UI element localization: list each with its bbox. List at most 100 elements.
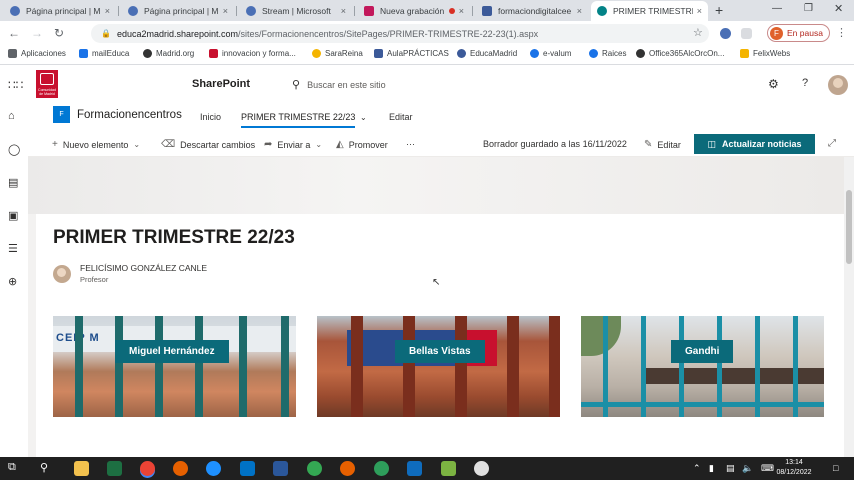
- bookmark-item[interactable]: e-valum: [530, 49, 571, 58]
- restore-icon[interactable]: ❐: [804, 3, 813, 14]
- word-icon[interactable]: [273, 461, 288, 476]
- site-logo[interactable]: F: [53, 106, 70, 123]
- close-icon[interactable]: ×: [459, 6, 464, 16]
- help-icon[interactable]: ?: [802, 77, 808, 89]
- user-avatar[interactable]: [828, 75, 848, 95]
- language-icon[interactable]: ⌨: [761, 463, 774, 474]
- bookmark-item[interactable]: Raices: [589, 49, 626, 58]
- new-tab-button[interactable]: +: [715, 2, 723, 18]
- search-icon[interactable]: ⚲: [40, 461, 48, 474]
- outlook-icon[interactable]: [240, 461, 255, 476]
- app-icon[interactable]: [407, 461, 422, 476]
- forward-icon[interactable]: →: [31, 26, 43, 40]
- tab-title: PRIMER TRIMESTRE: [613, 6, 693, 16]
- browser-tab[interactable]: Stream | Microsoft ×: [240, 1, 352, 21]
- tab-title: Página principal | M: [26, 6, 101, 16]
- chrome-icon[interactable]: [307, 461, 322, 476]
- gear-icon[interactable]: ⚙: [768, 77, 779, 91]
- bookmark-item[interactable]: Aplicaciones: [8, 49, 66, 58]
- back-icon[interactable]: ←: [8, 26, 20, 40]
- fence-bar: [115, 316, 123, 417]
- tab-title: Nueva grabación: [380, 6, 445, 16]
- extension-icon[interactable]: [720, 28, 731, 39]
- update-news-button[interactable]: ◫ Actualizar noticias: [694, 134, 815, 154]
- close-window-icon[interactable]: ✕: [834, 2, 843, 15]
- profile-button[interactable]: F En pausa: [767, 24, 830, 42]
- scrollbar-thumb[interactable]: [846, 190, 852, 264]
- edit-button[interactable]: ✎ Editar: [644, 139, 681, 150]
- author-name[interactable]: FELICÍSIMO GONZÁLEZ CANLE: [80, 263, 207, 273]
- promote-button[interactable]: ◭ Promover: [336, 139, 388, 150]
- site-search-box[interactable]: ⚲ Buscar en este sitio: [292, 78, 386, 91]
- close-icon[interactable]: ×: [105, 6, 110, 16]
- bookmark-item[interactable]: Office365AlcOrcOn...: [636, 49, 724, 58]
- send-to-button[interactable]: ➦ Enviar a ⌄: [264, 139, 327, 150]
- nav-home[interactable]: Inicio: [200, 112, 221, 122]
- new-item-button[interactable]: + Nuevo elemento ⌄: [52, 139, 145, 150]
- chevron-down-icon[interactable]: ⌄: [360, 113, 367, 122]
- chrome-icon[interactable]: [140, 461, 155, 476]
- chevron-up-icon[interactable]: ⌃: [693, 463, 701, 474]
- windows-start-icon[interactable]: ⧉: [8, 461, 16, 474]
- bookmark-item[interactable]: EducaMadrid: [457, 49, 517, 58]
- site-title[interactable]: Formacionencentros: [77, 109, 182, 121]
- expand-icon[interactable]: ⤢: [828, 138, 836, 149]
- sharepoint-brand[interactable]: SharePoint: [192, 78, 250, 90]
- list-icon[interactable]: ☰: [8, 242, 18, 255]
- organization-logo[interactable]: Comunidad de Madrid: [36, 70, 58, 98]
- bookmark-item[interactable]: mailEduca: [79, 49, 129, 58]
- battery-icon[interactable]: ▮: [709, 463, 714, 474]
- bookmark-star-icon[interactable]: ☆: [693, 26, 703, 39]
- news-icon[interactable]: ▤: [8, 176, 18, 189]
- home-icon[interactable]: ⌂: [8, 110, 15, 122]
- close-icon[interactable]: ×: [341, 6, 346, 16]
- bookmark-label: SaraReina: [325, 49, 363, 58]
- address-bar[interactable]: 🔒 educa2madrid.sharepoint.com /sites/For…: [91, 24, 709, 43]
- discard-changes-button[interactable]: ⌫ Descartar cambios: [161, 139, 255, 150]
- bookmark-favicon-icon: [312, 49, 321, 58]
- browser-menu-icon[interactable]: ⋮: [836, 26, 847, 39]
- school-card[interactable]: CEIP M Miguel Hernández: [53, 316, 296, 417]
- close-icon[interactable]: ×: [577, 6, 582, 16]
- nav-current-page[interactable]: PRIMER TRIMESTRE 22/23: [241, 112, 356, 128]
- bookmark-item[interactable]: FelixWebs: [740, 49, 790, 58]
- author-avatar[interactable]: [53, 264, 71, 283]
- vertical-scrollbar[interactable]: [844, 157, 854, 457]
- document-icon[interactable]: ▣: [8, 209, 18, 222]
- clock-date[interactable]: 08/12/2022: [774, 469, 814, 476]
- browser-tab[interactable]: Página principal | M ×: [122, 1, 234, 21]
- bookmark-item[interactable]: SaraReina: [312, 49, 363, 58]
- extension-icon[interactable]: [741, 28, 752, 39]
- browser-tab[interactable]: formaciondigitalcee ×: [476, 1, 588, 21]
- school-card[interactable]: Bellas Vistas: [317, 316, 560, 417]
- more-options-button[interactable]: ···: [406, 139, 415, 149]
- bookmark-item[interactable]: AulaPRÁCTICAS: [374, 49, 449, 58]
- tab-favicon-icon: [246, 6, 256, 16]
- nav-edit[interactable]: Editar: [389, 112, 413, 122]
- close-icon[interactable]: ×: [223, 6, 228, 16]
- close-icon[interactable]: ×: [697, 6, 702, 16]
- volume-icon[interactable]: 🔈: [742, 463, 753, 474]
- minimize-icon[interactable]: —: [772, 3, 782, 14]
- app-icon[interactable]: [474, 461, 489, 476]
- app-icon[interactable]: [374, 461, 389, 476]
- firefox-icon[interactable]: [173, 461, 188, 476]
- browser-tab[interactable]: Página principal | M ×: [4, 1, 116, 21]
- app-launcher-icon[interactable]: ∷∷: [8, 78, 23, 92]
- clock-time[interactable]: 13:14: [774, 459, 814, 466]
- globe-icon[interactable]: ◯: [8, 143, 20, 156]
- excel-icon[interactable]: [107, 461, 122, 476]
- create-icon[interactable]: ⊕: [8, 275, 17, 288]
- network-icon[interactable]: ▤: [726, 463, 735, 474]
- edge-icon[interactable]: [206, 461, 221, 476]
- browser-tab-active[interactable]: PRIMER TRIMESTRE ×: [591, 1, 708, 21]
- school-card[interactable]: Gandhi: [581, 316, 824, 417]
- reload-icon[interactable]: ↻: [54, 26, 64, 40]
- bookmark-item[interactable]: Madrid.org: [143, 49, 194, 58]
- browser-tab[interactable]: Nueva grabación ×: [358, 1, 470, 21]
- notification-icon[interactable]: □: [833, 463, 838, 473]
- app-icon[interactable]: [441, 461, 456, 476]
- file-explorer-icon[interactable]: [74, 461, 89, 476]
- bookmark-item[interactable]: innovacion y forma...: [209, 49, 296, 58]
- firefox-icon[interactable]: [340, 461, 355, 476]
